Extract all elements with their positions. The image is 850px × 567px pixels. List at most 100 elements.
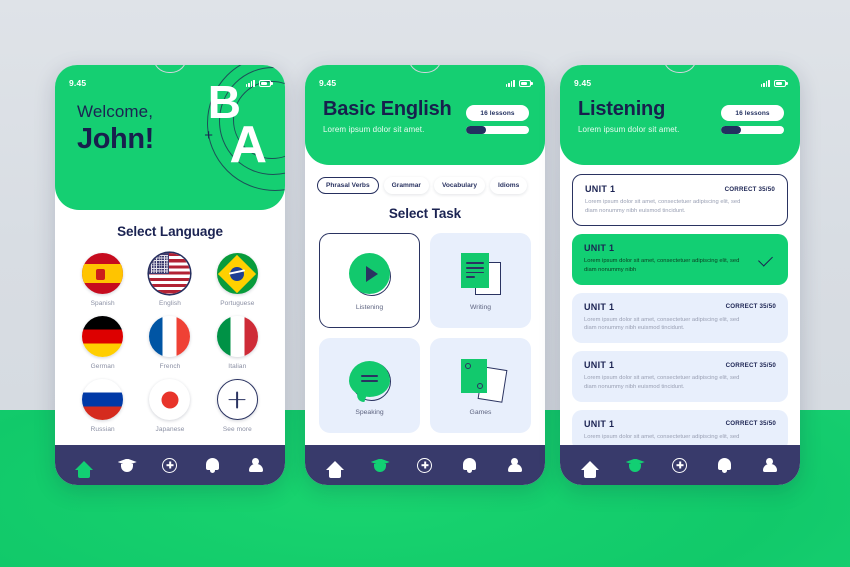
lessons-badge: 16 lessons: [721, 105, 784, 121]
chip-phrasal-verbs[interactable]: Phrasal Verbs: [317, 177, 379, 194]
unit-correct-count: CORRECT 35/50: [724, 185, 775, 193]
phone-screen-listening: 9.45 Listening Lorem ipsum dolor sit ame…: [560, 65, 800, 485]
signal-bars-icon: [245, 79, 255, 87]
task-card-speaking[interactable]: Speaking: [319, 338, 420, 433]
language-option-russian[interactable]: Russian: [69, 379, 136, 433]
unit-description: Lorem ipsum dolor sit amet, consectetuer…: [584, 258, 740, 274]
phone-screen-welcome: B + A 9.45 Welcome, John! Select Languag…: [55, 65, 285, 485]
nav-item-profile[interactable]: [760, 455, 780, 475]
unit-list: UNIT 1 CORRECT 35/50 Lorem ipsum dolor s…: [560, 165, 800, 452]
language-option-english[interactable]: English: [136, 253, 203, 307]
bottom-navigation: [560, 445, 800, 485]
nav-item-learn[interactable]: [625, 455, 645, 475]
nav-item-home[interactable]: [325, 455, 345, 478]
status-icons: [505, 79, 533, 87]
language-option-german[interactable]: German: [69, 316, 136, 370]
chip-vocabulary[interactable]: Vocabulary: [433, 177, 486, 194]
unit-correct-count: CORRECT 35/50: [725, 303, 776, 311]
flag-germany-icon: [82, 316, 124, 357]
nav-item-notifications[interactable]: [715, 455, 735, 475]
language-grid: Spanish English Portuguese German French…: [55, 253, 285, 433]
flag-japan-icon: [149, 379, 191, 420]
status-time: 9.45: [319, 78, 337, 88]
language-option-see-more[interactable]: See more: [204, 379, 271, 433]
nav-item-home[interactable]: [580, 455, 600, 478]
graduation-cap-icon: [117, 458, 137, 472]
nav-item-learn[interactable]: [370, 455, 390, 475]
user-icon: [248, 457, 263, 473]
status-time: 9.45: [69, 78, 87, 88]
plus-circle-icon: [417, 457, 433, 473]
language-label: Russian: [90, 426, 115, 433]
unit-card[interactable]: UNIT 1 CORRECT 35/50 Lorem ipsum dolor s…: [572, 174, 788, 227]
plus-circle-icon: [162, 457, 178, 473]
unit-description: Lorem ipsum dolor sit amet, consectetuer…: [585, 199, 741, 214]
nav-item-profile[interactable]: [246, 455, 266, 475]
language-option-spanish[interactable]: Spanish: [69, 253, 136, 307]
nav-item-notifications[interactable]: [203, 455, 223, 475]
document-icon: [457, 251, 505, 297]
language-label: French: [159, 363, 181, 370]
nav-item-add[interactable]: [415, 455, 435, 475]
screenshot-stage: B + A 9.45 Welcome, John! Select Languag…: [0, 0, 850, 567]
status-icons: [760, 79, 788, 87]
section-title: Select Task: [388, 206, 462, 221]
unit-title: UNIT 1: [584, 243, 615, 254]
unit-title: UNIT 1: [584, 301, 615, 312]
status-icons: [245, 79, 273, 87]
home-icon: [581, 460, 600, 478]
flag-spain-icon: [82, 253, 124, 294]
graduation-cap-icon: [370, 458, 390, 472]
language-section: Select Language Spanish English Portugue…: [55, 210, 285, 433]
language-label: Portuguese: [220, 300, 255, 307]
nav-item-add[interactable]: [670, 455, 690, 475]
plus-circle-icon: [672, 457, 688, 473]
chip-idioms[interactable]: Idioms: [490, 177, 528, 194]
user-icon: [762, 457, 777, 473]
battery-icon: [259, 79, 273, 87]
unit-description: Lorem ipsum dolor sit amet, consectetuer…: [584, 316, 740, 332]
progress-fill: [466, 126, 487, 134]
listening-header: 9.45 Listening Lorem ipsum dolor sit ame…: [560, 65, 800, 165]
check-icon: [758, 251, 773, 267]
lessons-progress-block: 16 lessons: [721, 105, 784, 134]
task-card-games[interactable]: Games: [430, 338, 531, 433]
progress-bar: [466, 126, 529, 134]
bottom-navigation: [305, 445, 545, 485]
flag-usa-icon: [149, 253, 191, 294]
language-label: See more: [222, 426, 252, 433]
nav-item-notifications[interactable]: [460, 455, 480, 475]
task-label: Writing: [469, 303, 492, 311]
battery-icon: [519, 79, 533, 87]
unit-title: UNIT 1: [584, 360, 615, 371]
signal-bars-icon: [505, 79, 515, 87]
chip-grammar[interactable]: Grammar: [383, 177, 429, 194]
unit-card[interactable]: UNIT 1 CORRECT 35/50 Lorem ipsum dolor s…: [572, 292, 788, 344]
task-card-listening[interactable]: Listening: [319, 233, 420, 328]
task-label: Speaking: [355, 408, 384, 416]
flag-italy-icon: [216, 316, 258, 357]
unit-title: UNIT 1: [585, 184, 616, 194]
cards-icon: [457, 356, 507, 403]
nav-item-home[interactable]: [74, 455, 94, 478]
page-title: Select Language: [117, 224, 223, 239]
user-icon: [507, 457, 522, 473]
unit-card[interactable]: UNIT 1 Lorem ipsum dolor sit amet, conse…: [572, 234, 788, 285]
bottom-navigation: [55, 445, 285, 485]
lessons-progress-block: 16 lessons: [466, 105, 529, 134]
task-card-writing[interactable]: Writing: [430, 233, 531, 328]
nav-item-profile[interactable]: [505, 455, 525, 475]
language-option-french[interactable]: French: [136, 316, 203, 370]
unit-correct-count: CORRECT 35/50: [725, 361, 776, 369]
flag-france-icon: [149, 316, 191, 357]
nav-item-learn[interactable]: [117, 455, 137, 475]
task-grid: Listening Writing Speaking Games: [305, 221, 545, 433]
nav-item-add[interactable]: [160, 455, 180, 475]
language-option-portuguese[interactable]: Portuguese: [204, 253, 271, 307]
language-option-japanese[interactable]: Japanese: [136, 379, 203, 433]
language-option-italian[interactable]: Italian: [204, 316, 271, 370]
unit-card[interactable]: UNIT 1 CORRECT 35/50 Lorem ipsum dolor s…: [572, 351, 788, 402]
language-label: English: [158, 300, 181, 307]
unit-description: Lorem ipsum dolor sit amet, consectetuer…: [584, 375, 740, 390]
filter-chips: Phrasal Verbs Grammar Vocabulary Idioms: [305, 165, 545, 194]
